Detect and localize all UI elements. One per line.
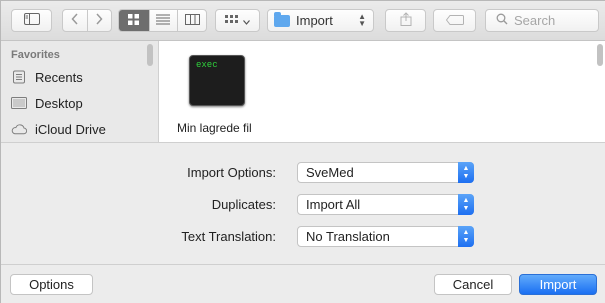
icon-view-button[interactable] (119, 10, 149, 31)
import-options-panel: Import Options: SveMed ▲ ▼ Duplicates: Im… (1, 142, 605, 264)
chevron-right-icon (95, 13, 103, 28)
duplicates-label: Duplicates: (211, 197, 276, 212)
exec-file-icon[interactable]: exec (189, 55, 245, 106)
text-translation-label: Text Translation: (181, 229, 276, 244)
sidebar-item-desktop[interactable]: Desktop (11, 92, 146, 114)
import-options-label: Import Options: (187, 165, 276, 180)
back-forward-control (62, 9, 112, 32)
toolbar: Import ▲ ▼ Search (1, 1, 605, 41)
file-name[interactable]: Min lagrede fil (177, 121, 252, 135)
updown-arrows-icon: ▲ ▼ (458, 226, 474, 247)
chevron-down-icon (243, 13, 250, 28)
text-translation-popup[interactable]: No Translation ▲ ▼ (297, 226, 474, 247)
popup-value: SveMed (306, 165, 354, 180)
updown-arrows-icon: ▲ ▼ (458, 194, 474, 215)
recents-icon (11, 70, 27, 85)
back-button[interactable] (63, 10, 87, 31)
list-icon (156, 13, 171, 28)
search-placeholder: Search (514, 13, 556, 28)
desktop-icon (11, 96, 27, 111)
import-button[interactable]: Import (519, 274, 597, 295)
grid-icon (128, 13, 140, 28)
cancel-button[interactable]: Cancel (434, 274, 512, 295)
tag-button[interactable] (433, 9, 476, 32)
search-icon (496, 13, 508, 28)
columns-icon (184, 13, 200, 28)
updown-arrows-icon: ▲ ▼ (458, 162, 474, 183)
files-scrollbar[interactable] (597, 44, 603, 66)
sidebar-item-recents[interactable]: Recents (11, 66, 146, 88)
share-icon (400, 12, 412, 29)
tag-icon (445, 13, 464, 28)
search-field[interactable]: Search (485, 9, 599, 32)
sidebar-item-label: Desktop (35, 95, 83, 111)
folder-icon (274, 11, 290, 27)
column-view-button[interactable] (177, 10, 206, 31)
import-options-popup[interactable]: SveMed ▲ ▼ (297, 162, 474, 183)
sidebar-item-icloud-drive[interactable]: iCloud Drive (11, 118, 146, 140)
duplicates-popup[interactable]: Import All ▲ ▼ (297, 194, 474, 215)
popup-value: No Translation (306, 229, 390, 244)
sidebar-heading: Favorites (11, 49, 60, 61)
sidebar-toggle-button[interactable] (11, 9, 52, 32)
sidebar-item-label: iCloud Drive (35, 121, 106, 137)
file-browser: exec Min lagrede fil (159, 41, 605, 142)
options-button[interactable]: Options (10, 274, 93, 295)
sidebar-item-label: Recents (35, 69, 83, 85)
exec-badge: exec (196, 60, 218, 70)
share-button[interactable] (385, 9, 426, 32)
grid-arrange-icon (225, 13, 239, 28)
arrange-menu-button[interactable] (215, 9, 260, 32)
sidebar: Favorites Recents Desktop iCloud Drive (1, 41, 159, 142)
import-dialog: Import ▲ ▼ Search Favorites Recents Deskt… (0, 0, 605, 303)
bottom-bar: Options Cancel Import (1, 264, 605, 303)
cloud-icon (11, 122, 27, 137)
forward-button[interactable] (86, 10, 112, 31)
sidebar-scrollbar[interactable] (147, 44, 153, 66)
chevron-left-icon (71, 13, 79, 28)
updown-arrows-icon: ▲ ▼ (358, 12, 366, 28)
list-view-button[interactable] (148, 10, 178, 31)
location-label: Import (296, 13, 333, 28)
popup-value: Import All (306, 197, 361, 212)
sidebar-icon (23, 13, 40, 28)
view-mode-control (118, 9, 207, 32)
location-popup[interactable]: Import ▲ ▼ (267, 9, 374, 32)
